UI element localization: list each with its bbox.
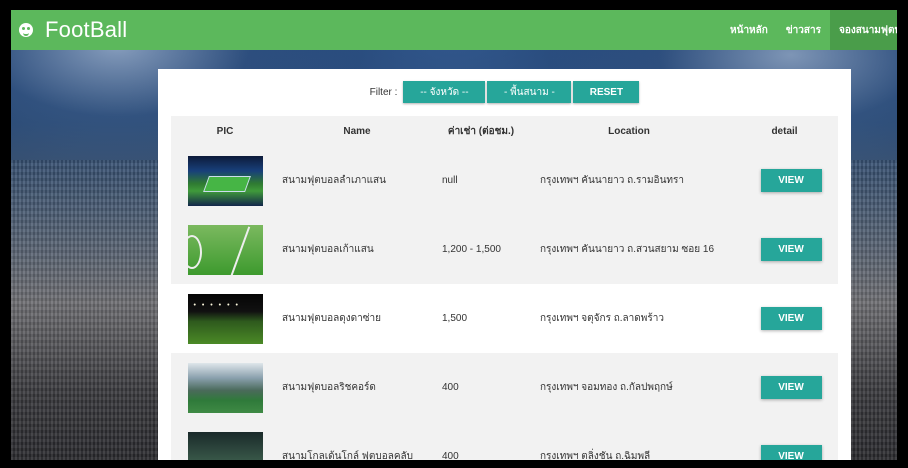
field-location: กรุงเทพฯ คันนายาว ถ.รามอินทรา [540, 175, 684, 186]
view-button[interactable]: VIEW [760, 307, 822, 330]
field-thumbnail [187, 224, 263, 275]
field-price: 1,200 - 1,500 [442, 244, 501, 255]
field-price: null [442, 175, 458, 186]
table-row: สนามฟุตบอลลำเภาแสน null กรุงเทพฯ คันนายา… [171, 146, 838, 215]
table-row: สนามฟุตบอลดุงดาซ่าย 1,500 กรุงเทพฯ จตุจั… [171, 284, 838, 353]
area-filter-button[interactable]: - พื้นสนาม - [487, 81, 572, 103]
header-pic: PIC [216, 125, 234, 137]
table-row: สนามฟุตบอลเก้าแสน 1,200 - 1,500 กรุงเทพฯ… [171, 215, 838, 284]
browser-viewport: FootBall หน้าหลัก ข่าวสาร จองสนามฟุตบอล … [11, 10, 897, 460]
view-button[interactable]: VIEW [760, 169, 822, 192]
nav-link-news[interactable]: ข่าวสาร [777, 10, 830, 50]
header-detail: detail [771, 125, 798, 137]
content-card: Filter : -- จังหวัด -- - พื้นสนาม - RESE… [158, 69, 851, 460]
view-button[interactable]: VIEW [760, 445, 822, 460]
header-location: Location [608, 125, 650, 137]
fields-table: PIC Name ค่าเช่า (ต่อชม.) Location detai… [171, 116, 838, 460]
filter-label: Filter : [369, 86, 398, 98]
brand[interactable]: FootBall [19, 17, 127, 43]
view-button[interactable]: VIEW [760, 376, 822, 399]
table-row: สนามฟุตบอลริชคอร์ด 400 กรุงเทพฯ จอมทอง ถ… [171, 353, 838, 422]
field-location: กรุงเทพฯ ตลิ่งชัน ถ.ฉิมพลี [540, 451, 651, 460]
header-name: Name [343, 125, 371, 137]
field-thumbnail [187, 362, 263, 413]
table-header: PIC Name ค่าเช่า (ต่อชม.) Location detai… [171, 116, 838, 146]
navbar: FootBall หน้าหลัก ข่าวสาร จองสนามฟุตบอล [11, 10, 897, 50]
view-button[interactable]: VIEW [760, 238, 822, 261]
field-name: สนามฟุตบอลริชคอร์ด [282, 382, 376, 393]
nav-link-booking[interactable]: จองสนามฟุตบอล [830, 10, 897, 50]
nav-link-home[interactable]: หน้าหลัก [721, 10, 777, 50]
field-thumbnail [187, 431, 263, 460]
province-filter-button[interactable]: -- จังหวัด -- [403, 81, 486, 103]
nav-links: หน้าหลัก ข่าวสาร จองสนามฟุตบอล [721, 10, 897, 50]
field-name: สนามฟุตบอลดุงดาซ่าย [282, 313, 381, 324]
field-price: 1,500 [442, 313, 468, 324]
field-name: สนามฟุตบอลลำเภาแสน [282, 175, 386, 186]
smiley-logo-icon [19, 23, 33, 37]
table-row: สนามโกลเด้นโกล์ ฟุตบอลคลับ 400 กรุงเทพฯ … [171, 422, 838, 460]
reset-button[interactable]: RESET [573, 81, 640, 103]
filter-bar: Filter : -- จังหวัด -- - พื้นสนาม - RESE… [158, 81, 851, 103]
field-price: 400 [442, 382, 459, 393]
field-name: สนามโกลเด้นโกล์ ฟุตบอลคลับ [282, 451, 414, 460]
field-price: 400 [442, 451, 459, 460]
field-location: กรุงเทพฯ จตุจักร ถ.ลาดพร้าว [540, 313, 664, 324]
header-price: ค่าเช่า (ต่อชม.) [447, 125, 515, 137]
field-thumbnail [187, 293, 263, 344]
field-location: กรุงเทพฯ คันนายาว ถ.สวนสยาม ซอย 16 [540, 244, 715, 255]
field-thumbnail [187, 155, 263, 206]
brand-name: FootBall [45, 17, 128, 42]
field-location: กรุงเทพฯ จอมทอง ถ.กัลปพฤกษ์ [540, 382, 673, 393]
field-name: สนามฟุตบอลเก้าแสน [282, 244, 374, 255]
